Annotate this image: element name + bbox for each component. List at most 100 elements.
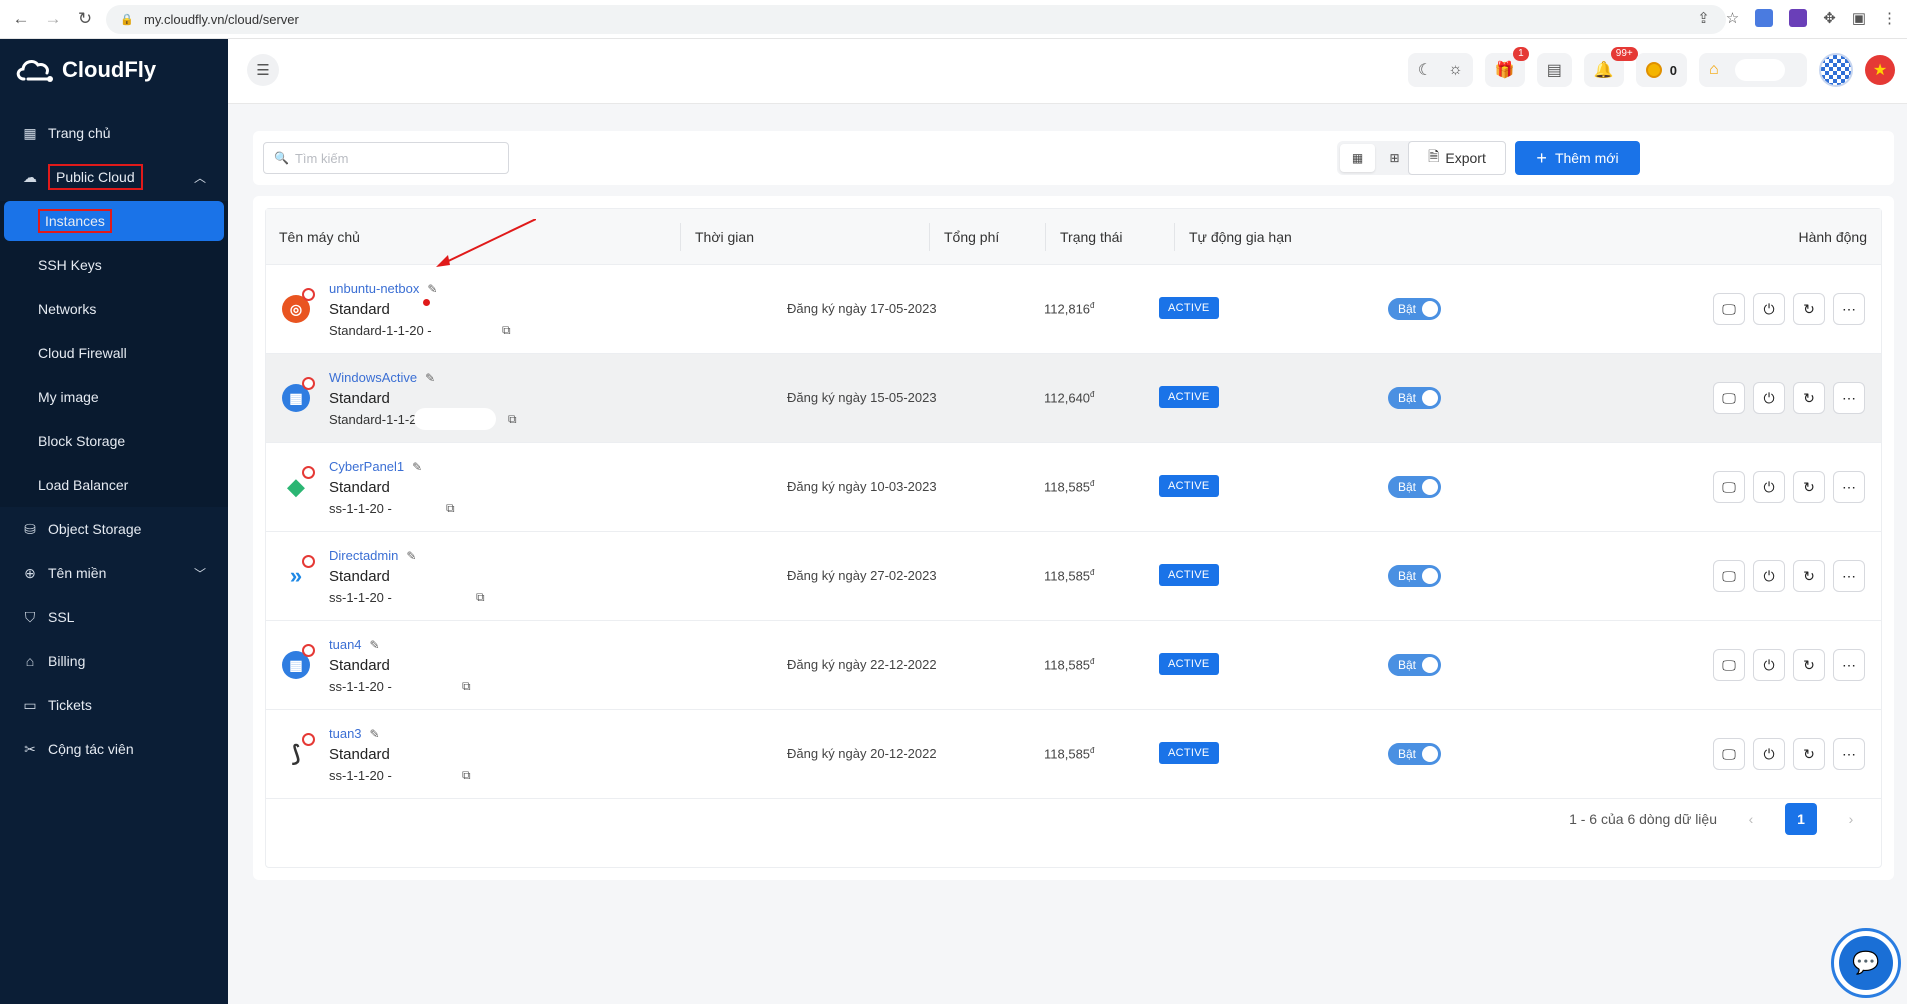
sidebar-item-instances[interactable]: Instances [4, 201, 224, 241]
puzzle-icon[interactable]: ✥ [1823, 9, 1836, 27]
add-new-button[interactable]: + Thêm mới [1515, 141, 1640, 175]
account-balance[interactable]: ⌂ [1699, 53, 1807, 87]
restart-button[interactable]: ↻ [1793, 382, 1825, 414]
search-box[interactable]: 🔍 [263, 142, 509, 174]
theme-switcher[interactable]: ☾ ☼ [1407, 53, 1473, 87]
edit-icon[interactable]: ✎ [370, 727, 380, 741]
console-button[interactable]: 🖵 [1713, 293, 1745, 325]
house-icon: ⌂ [1709, 61, 1719, 78]
server-name-link[interactable]: unbuntu-netbox [329, 281, 419, 296]
sidebar-item-domain[interactable]: ⊕ Tên miền ﹀ [0, 551, 228, 595]
sidepanel-icon[interactable]: ▣ [1852, 9, 1866, 27]
address-bar[interactable]: 🔒 my.cloudfly.vn/cloud/server [106, 5, 1726, 34]
power-button[interactable]: ⏻ [1753, 560, 1785, 592]
share-icon[interactable]: ⇪ [1697, 9, 1710, 27]
power-button[interactable]: ⏻ [1753, 382, 1785, 414]
power-button[interactable]: ⏻ [1753, 738, 1785, 770]
sidebar-item-cloud-firewall[interactable]: Cloud Firewall [0, 331, 228, 375]
restart-button[interactable]: ↻ [1793, 738, 1825, 770]
auto-renew-toggle[interactable]: Bật [1388, 743, 1441, 765]
edit-icon[interactable]: ✎ [412, 460, 422, 474]
power-button[interactable]: ⏻ [1753, 471, 1785, 503]
more-button[interactable]: ⋯ [1833, 738, 1865, 770]
edit-icon[interactable]: ✎ [425, 371, 435, 385]
next-page-icon[interactable]: › [1835, 803, 1867, 835]
auto-renew-toggle[interactable]: Bật [1388, 476, 1441, 498]
sidebar-item-load-balancer[interactable]: Load Balancer [0, 463, 228, 507]
kebab-menu-icon[interactable]: ⋮ [1882, 9, 1897, 27]
sidebar-item-my-image[interactable]: My image [0, 375, 228, 419]
toggle-knob [1422, 479, 1438, 495]
restart-button[interactable]: ↻ [1793, 560, 1825, 592]
copy-icon[interactable]: ⧉ [446, 501, 455, 516]
coin-balance[interactable]: 0 [1635, 53, 1687, 87]
restart-button[interactable]: ↻ [1793, 649, 1825, 681]
prev-page-icon[interactable]: ‹ [1735, 803, 1767, 835]
power-button[interactable]: ⏻ [1753, 649, 1785, 681]
auto-renew-toggle[interactable]: Bật [1388, 654, 1441, 676]
forward-icon[interactable]: → [44, 9, 62, 29]
back-icon[interactable]: ← [12, 9, 30, 29]
restart-button[interactable]: ↻ [1793, 471, 1825, 503]
console-button[interactable]: 🖵 [1713, 471, 1745, 503]
console-button[interactable]: 🖵 [1713, 382, 1745, 414]
power-button[interactable]: ⏻ [1753, 293, 1785, 325]
edit-icon[interactable]: ✎ [427, 282, 437, 296]
moon-icon[interactable]: ☾ [1418, 60, 1432, 80]
gift-button[interactable]: 🎁 1 [1484, 47, 1529, 87]
sidebar-item-ssl[interactable]: ⛉ SSL [0, 595, 228, 639]
server-name-link[interactable]: WindowsActive [329, 370, 417, 385]
copy-icon[interactable]: ⧉ [462, 679, 471, 694]
sidebar-item-home[interactable]: ▦ Trang chủ [0, 111, 228, 155]
auto-renew-toggle[interactable]: Bật [1388, 565, 1441, 587]
sun-icon[interactable]: ☼ [1448, 61, 1463, 79]
server-name-link[interactable]: tuan4 [329, 637, 362, 652]
more-button[interactable]: ⋯ [1833, 293, 1865, 325]
voucher-button[interactable]: ▤ [1536, 53, 1572, 87]
star-icon[interactable]: ☆ [1726, 9, 1739, 27]
more-button[interactable]: ⋯ [1833, 382, 1865, 414]
copy-icon[interactable]: ⧉ [476, 590, 485, 605]
server-name-link[interactable]: Directadmin [329, 548, 398, 563]
grid-view-icon[interactable]: ⊞ [1377, 144, 1412, 172]
sidebar-item-billing[interactable]: ⌂ Billing [0, 639, 228, 683]
brand-logo[interactable]: CloudFly [14, 55, 156, 85]
notification-button[interactable]: 🔔 99+ [1583, 47, 1638, 87]
monitor-icon: 🖵 [1722, 300, 1736, 317]
total-fee: 112,816đ [1044, 301, 1094, 316]
console-button[interactable]: 🖵 [1713, 738, 1745, 770]
edit-icon[interactable]: ✎ [370, 638, 380, 652]
console-button[interactable]: 🖵 [1713, 560, 1745, 592]
menu-toggle-icon[interactable]: ☰ [247, 54, 279, 86]
copy-icon[interactable]: ⧉ [462, 768, 471, 783]
sidebar-item-affiliate[interactable]: ✂ Cộng tác viên [0, 727, 228, 771]
table-view-icon[interactable]: ▦ [1340, 144, 1375, 172]
copy-icon[interactable]: ⧉ [502, 323, 511, 338]
search-input[interactable] [294, 150, 495, 166]
sidebar-item-networks[interactable]: Networks [0, 287, 228, 331]
server-name-link[interactable]: CyberPanel1 [329, 459, 404, 474]
extension-icon[interactable] [1789, 9, 1808, 27]
more-button[interactable]: ⋯ [1833, 649, 1865, 681]
auto-renew-toggle[interactable]: Bật [1388, 298, 1441, 320]
sidebar-item-tickets[interactable]: ▭ Tickets [0, 683, 228, 727]
more-button[interactable]: ⋯ [1833, 471, 1865, 503]
copy-icon[interactable]: ⧉ [508, 412, 517, 427]
edit-icon[interactable]: ✎ [406, 549, 416, 563]
auto-renew-toggle[interactable]: Bật [1388, 387, 1441, 409]
sidebar-item-object-storage[interactable]: ⛁ Object Storage [0, 507, 228, 551]
sidebar-item-ssh-keys[interactable]: SSH Keys [0, 243, 228, 287]
console-button[interactable]: 🖵 [1713, 649, 1745, 681]
translate-extension-icon[interactable] [1755, 9, 1774, 27]
sidebar-item-public-cloud[interactable]: ☁ Public Cloud ︿ [0, 155, 228, 199]
chat-widget-button[interactable]: 💬 [1831, 928, 1901, 998]
language-flag-icon[interactable]: ★ [1865, 55, 1895, 85]
avatar[interactable] [1819, 53, 1853, 87]
restart-button[interactable]: ↻ [1793, 293, 1825, 325]
server-name-link[interactable]: tuan3 [329, 726, 362, 741]
page-number[interactable]: 1 [1785, 803, 1817, 835]
export-button[interactable]: 🗎 Export [1408, 141, 1506, 175]
sidebar-item-block-storage[interactable]: Block Storage [0, 419, 228, 463]
more-button[interactable]: ⋯ [1833, 560, 1865, 592]
reload-icon[interactable]: ↻ [76, 9, 94, 29]
